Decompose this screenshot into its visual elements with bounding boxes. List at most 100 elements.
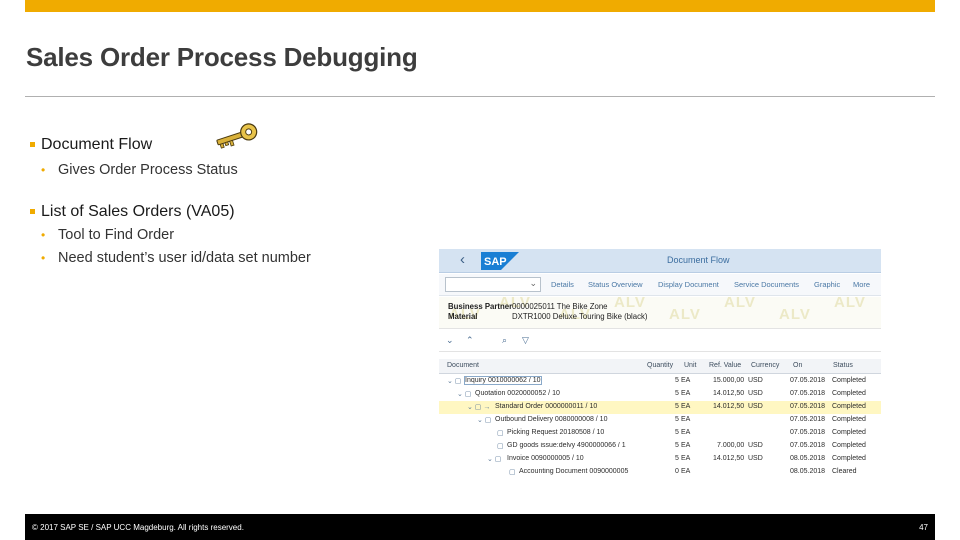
unit-cell: EA (681, 455, 691, 462)
toolbar-display-document[interactable]: Display Document (658, 280, 719, 289)
currency-cell: USD (748, 390, 763, 397)
col-status[interactable]: Status (833, 362, 853, 369)
toolbar-service-documents[interactable]: Service Documents (734, 280, 799, 289)
top-accent-bar (25, 0, 935, 12)
table-row[interactable]: ⌄ ▢ Outbound Delivery 0080000008 / 10 5 … (439, 414, 881, 427)
status-cell: Completed (832, 377, 866, 384)
header-info-panel: ALV ALV ALV ALV ALV ALV ALV ALV Business… (439, 294, 881, 329)
collapse-all-icon[interactable]: ⌃ (466, 335, 474, 346)
qty-cell: 5 (675, 403, 679, 410)
watermark: ALV (779, 306, 811, 323)
page-number: 47 (919, 523, 928, 532)
ref-value-cell: 15.000,00 (713, 377, 745, 384)
business-partner-label: Business Partner (448, 302, 513, 311)
toolbar-details[interactable]: Details (551, 280, 574, 289)
footer-bar: © 2017 SAP SE / SAP UCC Magdeburg. All r… (25, 514, 935, 540)
doc-cell: GD goods issue:delvy 4900000066 / 1 (507, 442, 626, 449)
bullet-list: Document Flow Gives Order Process Status… (28, 135, 428, 270)
collapse-icon[interactable]: ⌄ ▢ (457, 390, 471, 398)
unit-cell: EA (681, 390, 691, 397)
document-icon: ▢ (497, 443, 504, 450)
doc-cell: Invoice 0090000005 / 10 (507, 455, 584, 462)
col-unit[interactable]: Unit (684, 362, 696, 369)
table-row[interactable]: ⌄ ▢ Quotation 0020000052 / 10 5 EA 14.01… (439, 388, 881, 401)
sap-logo: SAP (481, 252, 519, 270)
qty-cell: 5 (675, 442, 679, 449)
qty-cell: 5 (675, 377, 679, 384)
table-toolbar: ⌄ ⌃ ⌕ ▽ (439, 330, 881, 352)
copyright-text: © 2017 SAP SE / SAP UCC Magdeburg. All r… (32, 523, 244, 532)
app-toolbar: ⌄ Details Status Overview Display Docume… (439, 274, 881, 296)
toolbar-graphic[interactable]: Graphic (814, 280, 840, 289)
currency-cell: USD (748, 455, 763, 462)
currency-cell: USD (748, 442, 763, 449)
col-quantity[interactable]: Quantity (647, 362, 673, 369)
unit-cell: EA (681, 377, 691, 384)
app-title: Document Flow (667, 255, 730, 265)
collapse-icon[interactable]: ⌄ ▢ (477, 416, 491, 424)
search-icon[interactable]: ⌕ (502, 335, 507, 346)
chevron-down-icon: ⌄ (529, 278, 537, 288)
date-cell: 08.05.2018 (790, 455, 826, 462)
currency-cell: USD (748, 403, 763, 410)
ref-value-cell: 14.012,50 (713, 403, 745, 410)
col-ref-value[interactable]: Ref. Value (709, 362, 741, 369)
ref-value-cell: 7.000,00 (717, 442, 745, 449)
watermark: ALV (724, 294, 756, 311)
sub-bullet-order-status: Gives Order Process Status (28, 159, 428, 182)
col-currency[interactable]: Currency (751, 362, 779, 369)
col-document[interactable]: Document (447, 362, 479, 369)
material-value: DXTR1000 Deluxe Touring Bike (black) (512, 312, 648, 321)
status-cell: Cleared (832, 468, 857, 475)
col-on[interactable]: On (793, 362, 802, 369)
filter-icon[interactable]: ▽ (522, 335, 529, 346)
title-divider (25, 96, 935, 97)
currency-cell: USD (748, 377, 763, 384)
collapse-icon[interactable]: ⌄ ▢ → (467, 403, 490, 411)
status-cell: Completed (832, 455, 866, 462)
table-row[interactable]: ▢ GD goods issue:delvy 4900000066 / 1 5 … (439, 440, 881, 453)
unit-cell: EA (681, 442, 691, 449)
table-row[interactable]: ▢ Accounting Document 0090000005 0 EA 08… (439, 466, 881, 479)
collapse-icon[interactable]: ⌄ ▢ (447, 377, 461, 385)
watermark: ALV (834, 294, 866, 311)
status-cell: Completed (832, 429, 866, 436)
toolbar-status-overview[interactable]: Status Overview (588, 280, 643, 289)
status-cell: Completed (832, 390, 866, 397)
doc-cell: Inquiry 0010000062 / 10 (464, 376, 542, 385)
unit-cell: EA (681, 468, 691, 475)
collapse-icon[interactable]: ⌄ ▢ (487, 455, 501, 463)
svg-text:SAP: SAP (484, 256, 507, 268)
table-row[interactable]: ⌄ ▢ Invoice 0090000005 / 10 5 EA 14.012,… (439, 453, 881, 466)
expand-all-icon[interactable]: ⌄ (446, 335, 454, 346)
business-partner-value: 0000025011 The Bike Zone (512, 302, 608, 311)
table-row-selected[interactable]: ⌄ ▢ → Standard Order 0000000011 / 10 5 E… (439, 401, 881, 414)
doc-cell: Outbound Delivery 0080000008 / 10 (495, 416, 608, 423)
ref-value-cell: 14.012,50 (713, 390, 745, 397)
date-cell: 07.05.2018 (790, 377, 826, 384)
variant-select[interactable]: ⌄ (445, 277, 541, 292)
doc-cell: Quotation 0020000052 / 10 (475, 390, 560, 397)
qty-cell: 5 (675, 429, 679, 436)
bullet-list-sales-orders: List of Sales Orders (VA05) (28, 202, 428, 222)
sub-bullet-user-id: Need student’s user id/data set number (28, 247, 428, 270)
ref-value-cell: 14.012,50 (713, 455, 745, 462)
date-cell: 07.05.2018 (790, 416, 826, 423)
date-cell: 07.05.2018 (790, 390, 826, 397)
table-row[interactable]: ▢ Picking Request 20180508 / 10 5 EA 07.… (439, 427, 881, 440)
table-row[interactable]: ⌄ ▢ Inquiry 0010000062 / 10 5 EA 15.000,… (439, 375, 881, 388)
date-cell: 07.05.2018 (790, 403, 826, 410)
document-icon: ▢ (497, 430, 504, 437)
business-partner-row: Business Partner0000025011 The Bike Zone (448, 302, 608, 311)
toolbar-more[interactable]: More (853, 280, 870, 289)
unit-cell: EA (681, 403, 691, 410)
sub-bullet-find-order: Tool to Find Order (28, 224, 428, 247)
document-flow-screenshot: ‹ SAP Document Flow ⌄ Details Status Ove… (439, 249, 881, 479)
status-cell: Completed (832, 416, 866, 423)
qty-cell: 5 (675, 390, 679, 397)
watermark: ALV (614, 294, 646, 311)
qty-cell: 5 (675, 416, 679, 423)
unit-cell: EA (681, 429, 691, 436)
back-icon[interactable]: ‹ (460, 251, 465, 268)
date-cell: 08.05.2018 (790, 468, 826, 475)
